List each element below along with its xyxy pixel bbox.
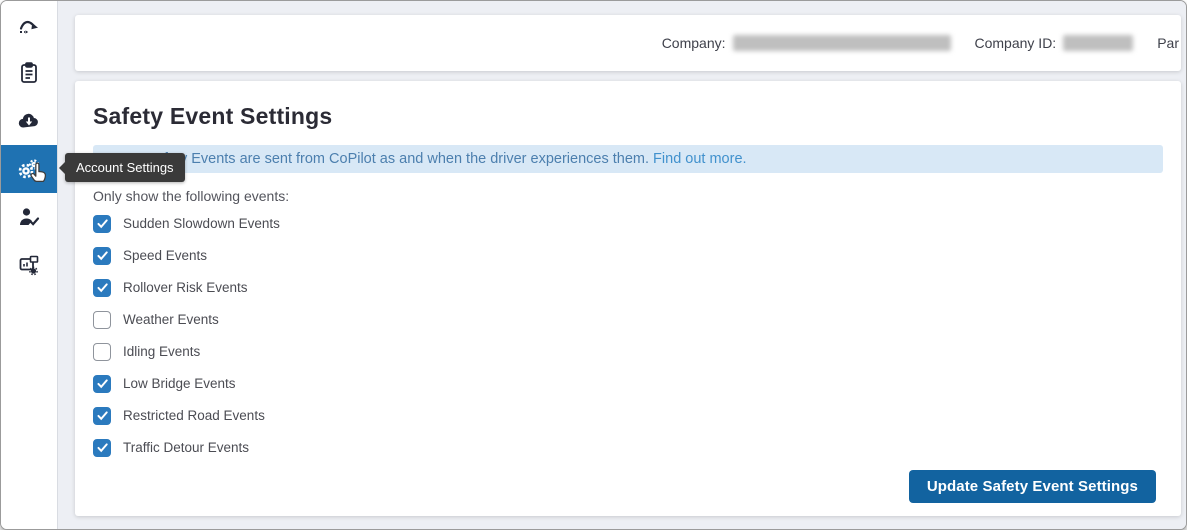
report-screen-icon [17,253,41,277]
checkbox[interactable] [93,343,111,361]
checkbox[interactable] [93,247,111,265]
checkbox[interactable] [93,279,111,297]
find-out-more-link[interactable]: Find out more. [653,151,747,167]
event-label: Weather Events [123,312,219,327]
sidebar-item-display-settings[interactable] [1,241,57,289]
event-row-low-bridge: Low Bridge Events [93,374,1163,393]
event-label: Traffic Detour Events [123,440,249,455]
event-row-sudden-slowdown: Sudden Slowdown Events [93,214,1163,233]
company-id-pair: Company ID: [975,35,1134,51]
sidebar-item-routes[interactable] [1,1,57,49]
button-row: Update Safety Event Settings [93,470,1163,503]
event-row-rollover-risk: Rollover Risk Events [93,278,1163,297]
main-area: Company: Company ID: Par Safety Event Se… [58,1,1186,529]
checkbox[interactable] [93,375,111,393]
checkbox[interactable] [93,439,111,457]
event-row-traffic-detour: Traffic Detour Events [93,438,1163,457]
clipboard-icon [17,61,41,85]
checkbox[interactable] [93,311,111,329]
user-check-icon [17,205,41,229]
event-label: Restricted Road Events [123,408,265,423]
checkmark-icon [96,217,109,230]
note-text: Safety Events are sent from CoPilot as a… [142,151,653,167]
sidebar-item-downloads[interactable] [1,97,57,145]
event-label: Idling Events [123,344,200,359]
tooltip-arrow [59,162,65,174]
company-label: Company: [662,35,726,51]
event-row-idling: Idling Events [93,342,1163,361]
checkbox[interactable] [93,215,111,233]
checkmark-icon [96,441,109,454]
safety-event-settings-card: Safety Event Settings Note: Safety Event… [75,81,1181,516]
event-label: Rollover Risk Events [123,280,248,295]
app-window: Account Settings Company: Company ID: Pa… [0,0,1187,530]
tooltip-label: Account Settings [76,160,174,175]
event-row-speed: Speed Events [93,246,1163,265]
checkbox[interactable] [93,407,111,425]
page-title: Safety Event Settings [93,103,1163,130]
update-safety-event-settings-button[interactable]: Update Safety Event Settings [909,470,1156,503]
company-value-redacted [733,35,951,51]
partner-label-truncated: Par [1157,35,1179,51]
sidebar [1,1,58,529]
sidebar-item-account-settings[interactable] [1,145,57,193]
company-pair: Company: [662,35,951,51]
checkmark-icon [96,249,109,262]
company-id-label: Company ID: [975,35,1057,51]
checkmark-icon [96,281,109,294]
checkmark-icon [96,377,109,390]
event-label: Sudden Slowdown Events [123,216,280,231]
sidebar-item-reports[interactable] [1,49,57,97]
events-checkbox-list: Sudden Slowdown Events Speed Events Roll… [93,214,1163,470]
event-label: Low Bridge Events [123,376,236,391]
sidebar-item-drivers[interactable] [1,193,57,241]
event-label: Speed Events [123,248,207,263]
route-icon [17,13,41,37]
note-banner: Note: Safety Events are sent from CoPilo… [93,145,1163,173]
company-id-value-redacted [1063,35,1133,51]
account-settings-gears-icon [17,157,41,181]
account-settings-tooltip: Account Settings [65,153,185,182]
cloud-download-icon [17,109,41,133]
event-row-restricted-road: Restricted Road Events [93,406,1163,425]
events-intro-label: Only show the following events: [93,188,1163,204]
checkmark-icon [96,409,109,422]
event-row-weather: Weather Events [93,310,1163,329]
company-info-bar: Company: Company ID: Par [75,15,1181,71]
